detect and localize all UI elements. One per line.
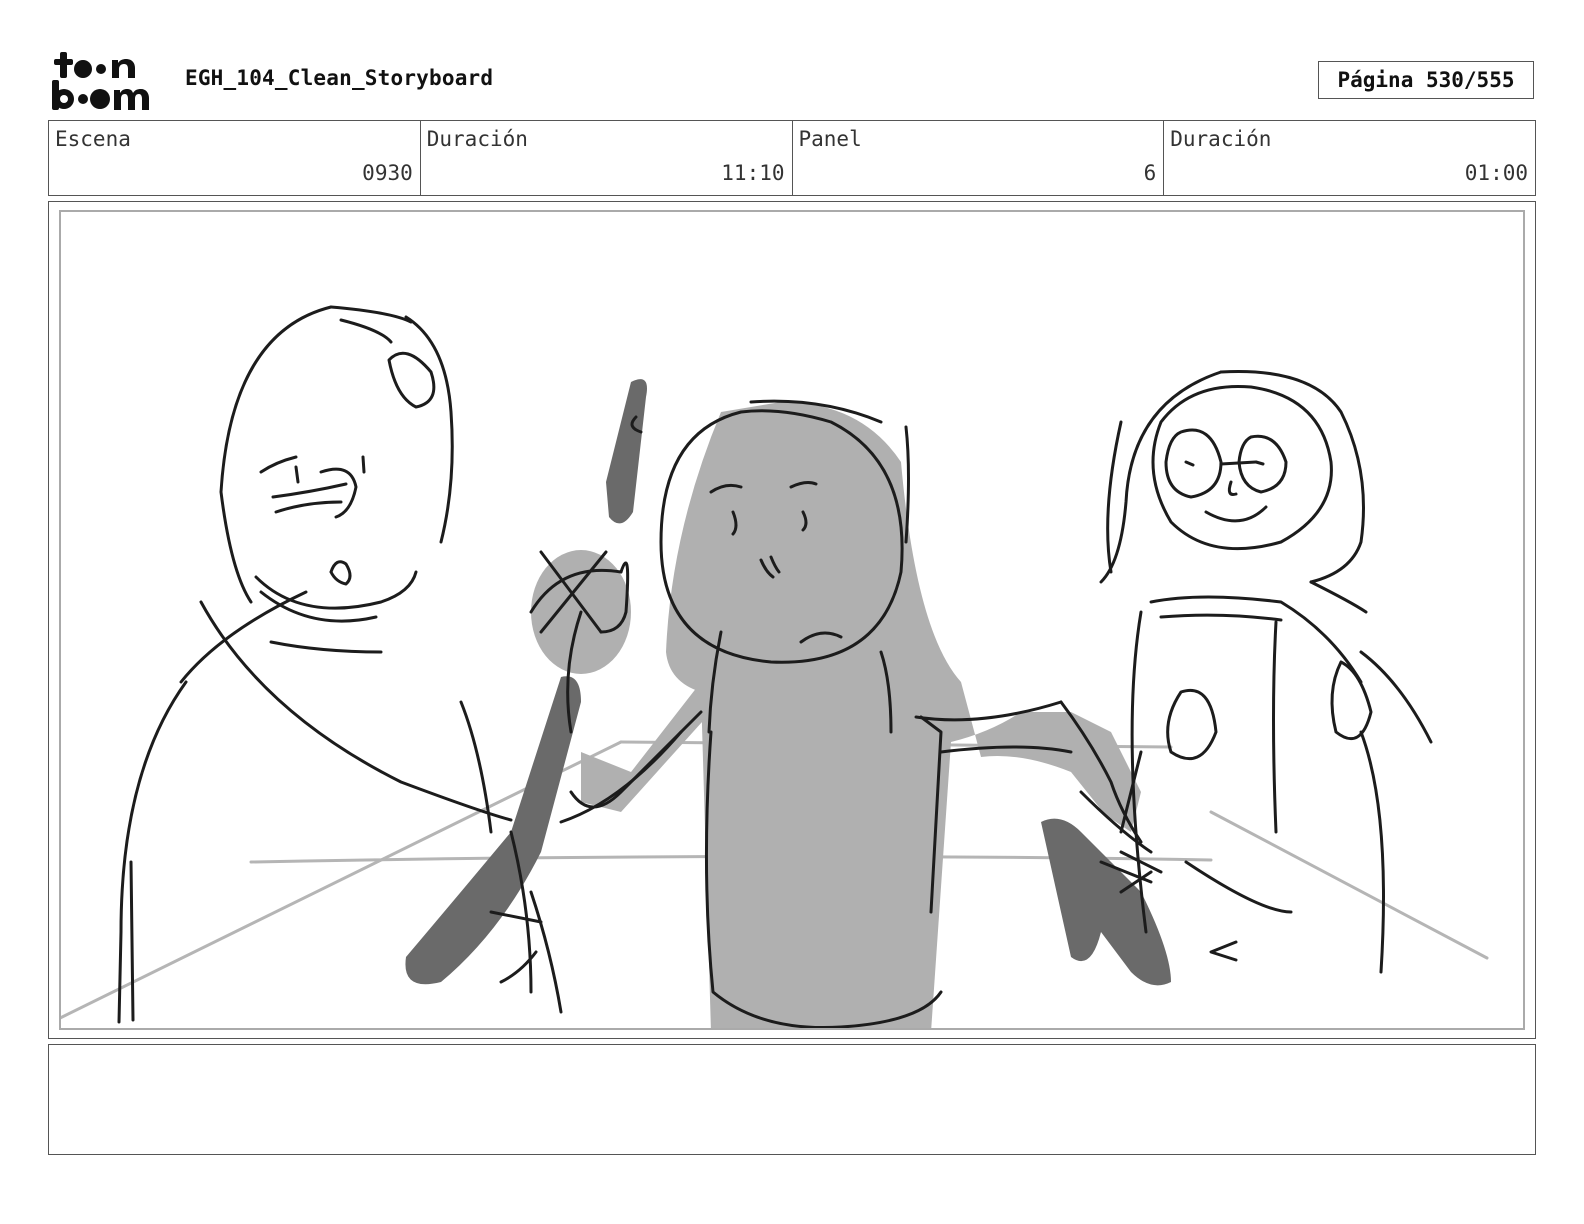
panel-value: 6	[1143, 161, 1157, 185]
panel-duration-label: Duración	[1170, 127, 1272, 151]
panel-notes	[48, 1044, 1536, 1155]
scene-value: 0930	[362, 161, 413, 185]
document-title: EGH_104_Clean_Storyboard	[185, 66, 494, 90]
scene-duration-value: 11:10	[721, 161, 785, 185]
toon-boom-logo	[52, 52, 149, 110]
scene-info-row: Escena 0930 Duración 11:10 Panel 6 Durac…	[48, 120, 1536, 196]
panel-label: Panel	[798, 127, 862, 151]
scene-label: Escena	[55, 127, 131, 151]
scene-cell: Escena 0930	[49, 121, 421, 195]
scene-duration-label: Duración	[426, 127, 528, 151]
panel-drawing-area	[59, 210, 1525, 1030]
scene-duration-cell: Duración 11:10	[421, 121, 793, 195]
storyboard-panel	[48, 201, 1536, 1039]
storyboard-sketch	[61, 305, 1489, 1028]
panel-duration-cell: Duración 01:00	[1164, 121, 1535, 195]
panel-cell: Panel 6	[793, 121, 1165, 195]
page-number: Página 530/555	[1318, 61, 1534, 99]
panel-duration-value: 01:00	[1464, 161, 1528, 185]
